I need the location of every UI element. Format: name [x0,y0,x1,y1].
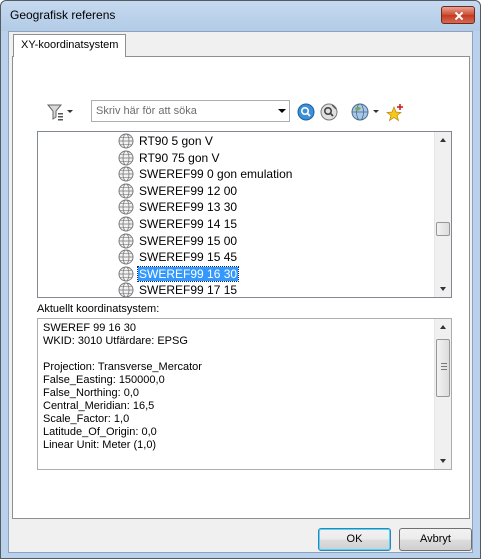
tree-item-label: SWEREF99 12 00 [139,183,238,198]
info-line: WKID: 3010 Utfärdare: EPSG [43,335,188,347]
tree-item-label: SWEREF99 17 15 [139,283,238,298]
scroll-up-icon[interactable] [440,325,446,329]
tree-item-label: SWEREF99 16 30 [136,265,240,282]
coordinate-system-tree[interactable]: RT90 5 gon V RT90 75 gon V SWEREF99 0 gon … [37,131,452,298]
tree-item[interactable]: SWEREF99 13 30 [118,199,358,216]
tree-item[interactable]: SWEREF99 16 30 [118,265,358,283]
globe-icon [118,166,134,182]
tree-item[interactable]: SWEREF99 14 15 [118,216,358,233]
info-line: False_Easting: 150000,0 [43,374,165,386]
tab-panel: RT90 5 gon V RT90 75 gon V SWEREF99 0 gon … [12,56,470,519]
tree-item[interactable]: RT90 75 gon V [118,150,358,167]
ok-button[interactable]: OK [318,528,391,551]
globe-icon[interactable] [350,102,370,122]
tree-item[interactable]: SWEREF99 17 15 [118,282,358,298]
window-title: Geografisk referens [10,8,116,22]
tree-item-label: SWEREF99 13 30 [139,200,238,215]
grip-icon [441,363,447,364]
scroll-down-icon[interactable] [440,459,446,463]
close-button[interactable] [441,6,475,24]
info-line: Linear Unit: Meter (1,0) [43,439,157,451]
info-line: Central_Meridian: 16,5 [43,400,155,412]
title-bar[interactable]: Geografisk referens [1,1,480,31]
tree-item[interactable]: SWEREF99 15 45 [118,249,358,266]
tree-item[interactable]: SWEREF99 0 gon emulation [118,166,358,183]
details-scrollbar[interactable] [434,319,451,469]
scroll-down-icon[interactable] [440,287,446,291]
search-combobox[interactable] [91,100,290,122]
grip-icon [441,366,447,367]
toolbar [13,100,469,124]
toolbar-separator [344,102,345,122]
chevron-down-icon[interactable] [278,109,286,113]
filter-dropdown-icon[interactable] [67,110,73,113]
globe-icon [118,216,134,232]
details-scrollbar-thumb[interactable] [436,339,450,397]
info-line: SWEREF 99 16 30 [43,322,136,334]
info-line: False_Northing: 0,0 [43,387,139,399]
search-input[interactable] [92,101,272,121]
tree-item-label: RT90 5 gon V [139,134,213,148]
tree-item-label: SWEREF99 15 45 [139,250,238,265]
info-line: Latitude_Of_Origin: 0,0 [43,426,157,438]
dialog-window: Geografisk referens XY-koordinatsystem S… [0,0,481,559]
filter-icon[interactable] [46,102,64,122]
scroll-up-icon[interactable] [440,138,446,142]
clear-search-icon[interactable] [319,102,339,122]
current-coordinate-system-label: Aktuellt koordinatsystem: [37,303,160,315]
tree-scrollbar[interactable] [434,132,451,297]
add-favorite-icon[interactable] [386,102,404,122]
tree-item[interactable]: SWEREF99 15 00 [118,233,358,250]
info-line: Scale_Factor: 1,0 [43,413,130,425]
toolbar-separator [77,102,78,122]
globe-icon [118,150,134,166]
search-icon[interactable] [296,102,316,122]
tree-item[interactable]: RT90 5 gon V [118,133,358,150]
tree-item[interactable]: SWEREF99 12 00 [118,183,358,200]
tree-item-label: SWEREF99 14 15 [139,217,238,231]
globe-icon [118,133,134,149]
info-line: Projection: Transverse_Mercator [43,361,202,373]
globe-icon [118,233,134,249]
globe-icon [118,183,134,199]
globe-dropdown-icon[interactable] [373,110,379,113]
grip-icon [441,369,447,370]
cancel-button[interactable]: Avbryt [399,528,472,551]
tree-item-label: SWEREF99 0 gon emulation [139,167,293,182]
globe-icon [118,266,134,282]
tree-scrollbar-thumb[interactable] [436,221,450,236]
current-coordinate-system-details[interactable]: SWEREF 99 16 30 WKID: 3010 Utfärdare: EPS… [37,318,452,470]
globe-icon [118,199,134,215]
tab-xy-coordinate-system[interactable]: XY-koordinatsystem [13,34,127,57]
dialog-client-area: XY-koordinatsystem Skriv här för att sök… [8,31,473,553]
tree-item-label: RT90 75 gon V [139,150,220,165]
globe-icon [118,249,134,265]
tree-item-label: SWEREF99 15 00 [139,233,238,248]
globe-icon [118,282,134,297]
